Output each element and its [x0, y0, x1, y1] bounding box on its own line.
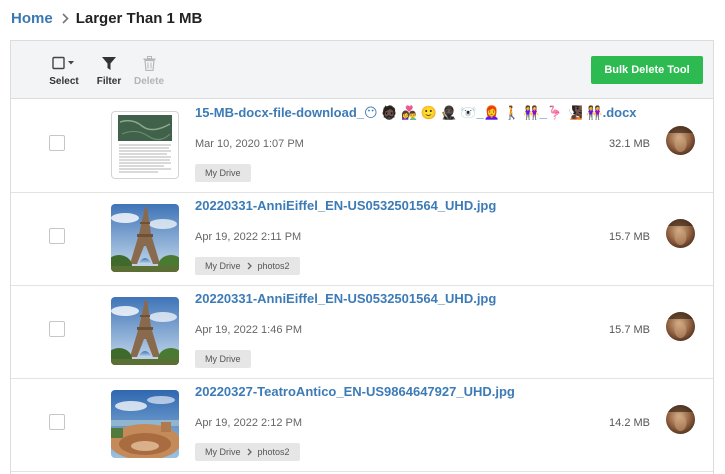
document-thumbnail[interactable] [111, 111, 179, 179]
path-segment: photos2 [257, 261, 290, 271]
file-list: 15-MB-docx-file-download_😶 🧔🏿 👩‍❤️‍👨 🙂 🥷… [11, 100, 713, 472]
path-segment: photos2 [257, 447, 290, 457]
row-checkbox[interactable] [49, 135, 65, 151]
filter-label: Filter [96, 76, 122, 87]
path-segment: My Drive [205, 168, 241, 178]
page-title: Larger Than 1 MB [75, 9, 203, 27]
path-segment: My Drive [205, 261, 241, 271]
owner-avatar [666, 405, 695, 434]
owner-avatar [666, 126, 695, 155]
file-path: My Drive [195, 164, 251, 182]
chevron-right-icon [247, 448, 252, 456]
path-segment: My Drive [205, 447, 241, 457]
file-size: 15.7 MB [609, 231, 650, 243]
file-size: 32.1 MB [609, 138, 650, 150]
row-checkbox[interactable] [49, 414, 65, 430]
file-name-link[interactable]: 15-MB-docx-file-download_😶 🧔🏿 👩‍❤️‍👨 🙂 🥷… [195, 105, 637, 121]
row-checkbox[interactable] [49, 321, 65, 337]
eiffel-tower-thumbnail[interactable] [111, 204, 179, 272]
filter-icon [101, 54, 117, 72]
path-chip[interactable]: My Drive [195, 164, 251, 182]
file-date: Apr 19, 2022 2:11 PM [195, 231, 302, 243]
bulk-delete-tool-button[interactable]: Bulk Delete Tool [591, 56, 703, 84]
file-name-link[interactable]: 20220331-AnniEiffel_EN-US0532501564_UHD.… [195, 291, 496, 306]
file-date: Apr 19, 2022 1:46 PM [195, 324, 303, 336]
file-row[interactable]: 15-MB-docx-file-download_😶 🧔🏿 👩‍❤️‍👨 🙂 🥷… [11, 100, 713, 193]
file-row[interactable]: 20220327-TeatroAntico_EN-US9864647927_UH… [11, 379, 713, 472]
path-chip[interactable]: My Drive photos2 [195, 443, 300, 461]
file-size: 14.2 MB [609, 417, 650, 429]
file-date: Apr 19, 2022 2:12 PM [195, 417, 303, 429]
path-segment: My Drive [205, 354, 241, 364]
path-chip[interactable]: My Drive [195, 350, 251, 368]
owner-avatar [666, 312, 695, 341]
toolbar: Select Filter Delete Bulk Delete Tool [11, 41, 713, 99]
row-checkbox[interactable] [49, 228, 65, 244]
file-name-link[interactable]: 20220331-AnniEiffel_EN-US0532501564_UHD.… [195, 198, 496, 213]
file-list-panel: Select Filter Delete Bulk Delete Tool 15… [10, 40, 714, 474]
chevron-right-icon [247, 262, 252, 270]
filter-button[interactable]: Filter [95, 54, 123, 87]
file-row[interactable]: 20220331-AnniEiffel_EN-US0532501564_UHD.… [11, 193, 713, 286]
trash-icon [143, 54, 156, 72]
path-chip[interactable]: My Drive photos2 [195, 257, 300, 275]
breadcrumb-home-link[interactable]: Home [11, 10, 53, 27]
file-date: Mar 10, 2020 1:07 PM [195, 138, 304, 150]
checkbox-dropdown-icon [52, 54, 76, 72]
delete-button[interactable]: Delete [133, 54, 165, 87]
chevron-right-icon [62, 12, 69, 24]
file-name-link[interactable]: 20220327-TeatroAntico_EN-US9864647927_UH… [195, 384, 515, 399]
eiffel-tower-thumbnail[interactable] [111, 297, 179, 365]
select-label: Select [49, 76, 79, 87]
theatre-thumbnail[interactable] [111, 390, 179, 458]
select-dropdown-button[interactable]: Select [48, 54, 80, 87]
file-path: My Drive photos2 [195, 257, 300, 275]
file-path: My Drive photos2 [195, 443, 300, 461]
breadcrumb: Home Larger Than 1 MB [11, 7, 202, 29]
owner-avatar [666, 219, 695, 248]
file-path: My Drive [195, 350, 251, 368]
delete-label: Delete [133, 76, 164, 87]
file-size: 15.7 MB [609, 324, 650, 336]
file-row[interactable]: 20220331-AnniEiffel_EN-US0532501564_UHD.… [11, 286, 713, 379]
